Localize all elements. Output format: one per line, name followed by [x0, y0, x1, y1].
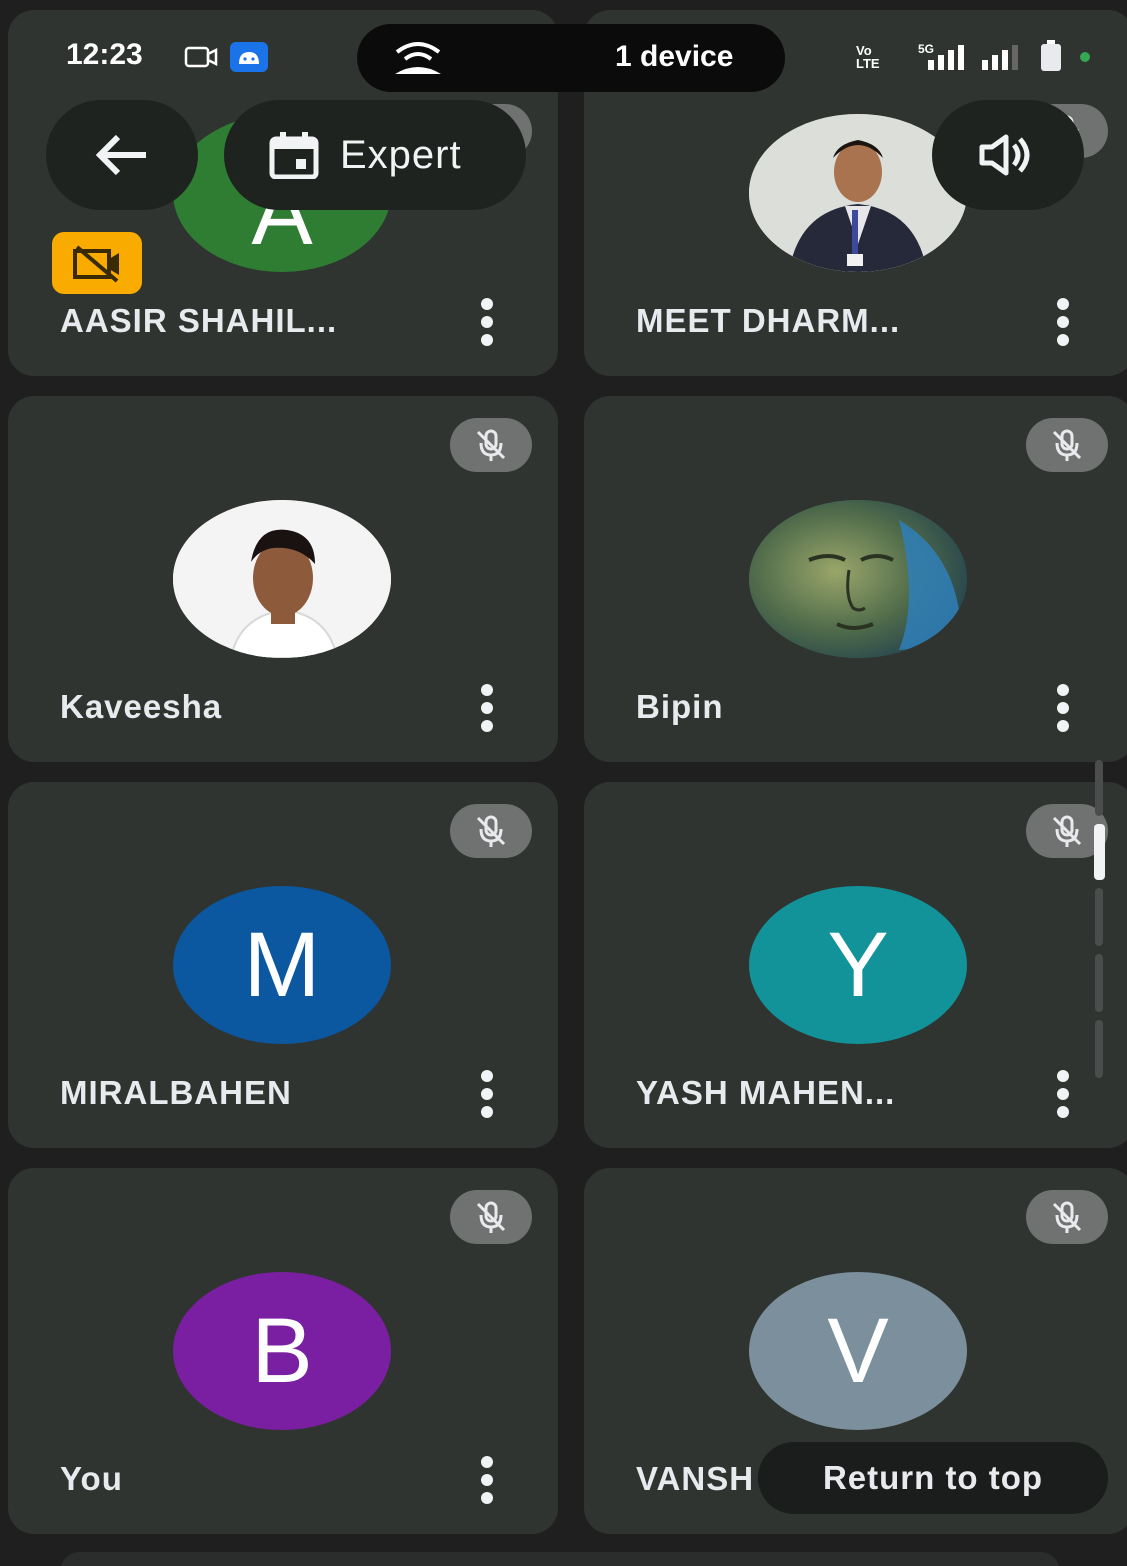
participant-tile[interactable]: Kaveesha	[8, 396, 558, 762]
mic-muted-badge	[450, 1190, 532, 1244]
participant-tile[interactable]: Y YASH MAHEN...	[584, 782, 1127, 1148]
android-notification-icon	[230, 42, 268, 72]
participant-avatar: M	[173, 886, 391, 1044]
participant-tile[interactable]: Bipin	[584, 396, 1127, 762]
participant-name: MEET DHARM...	[636, 302, 901, 339]
participant-name: MIRALBAHEN	[60, 1074, 292, 1111]
expert-mode-label: Expert	[340, 132, 462, 177]
mic-off-icon	[1052, 429, 1082, 461]
profile-photo	[749, 500, 967, 658]
mic-muted-badge	[1026, 1190, 1108, 1244]
speaker-icon	[979, 134, 1030, 176]
participant-avatar	[173, 500, 391, 658]
participant-avatar: Y	[749, 886, 967, 1044]
expert-mode-button[interactable]: Expert	[224, 100, 526, 210]
status-time: 12:23	[66, 38, 143, 71]
more-options-icon[interactable]	[1056, 684, 1070, 732]
avatar-initial: B	[251, 1299, 313, 1402]
more-options-icon[interactable]	[1056, 298, 1070, 346]
camera-in-use-icon	[184, 46, 218, 68]
battery-icon	[1041, 40, 1061, 71]
audio-output-button[interactable]	[932, 100, 1084, 210]
arrow-back-icon	[95, 134, 146, 176]
more-options-icon[interactable]	[480, 1070, 494, 1118]
mic-muted-badge	[1026, 418, 1108, 472]
participant-name: YASH MAHEN...	[636, 1074, 896, 1111]
participant-name: Kaveesha	[60, 688, 223, 725]
participant-name: Bipin	[636, 688, 724, 725]
participant-tile[interactable]: B You	[8, 1168, 558, 1534]
mic-off-icon	[476, 429, 506, 461]
device-count: 1 device	[615, 40, 734, 73]
meet-participant-grid-screen: A AASIR SHAHIL... MEET DHARM... Kaveesha…	[0, 0, 1127, 1566]
carrier-label: Vo LTE	[856, 43, 880, 71]
next-row-tile	[60, 1552, 1060, 1566]
mic-off-icon	[1052, 1201, 1082, 1233]
wifi-device-icon	[395, 42, 441, 74]
more-options-icon[interactable]	[1056, 1070, 1070, 1118]
privacy-indicator-dot	[1080, 52, 1090, 62]
more-options-icon[interactable]	[480, 1456, 494, 1504]
more-options-icon[interactable]	[480, 684, 494, 732]
calendar-icon	[269, 132, 319, 179]
mic-muted-badge	[450, 804, 532, 858]
signal-icon	[928, 45, 1018, 70]
return-to-top-button[interactable]: Return to top	[758, 1442, 1108, 1514]
mic-off-icon	[476, 815, 506, 847]
mic-muted-badge	[450, 418, 532, 472]
participant-tile[interactable]: M MIRALBAHEN	[8, 782, 558, 1148]
participant-name: AASIR SHAHIL...	[60, 302, 338, 339]
participant-avatar: V	[749, 1272, 967, 1430]
back-button[interactable]	[46, 100, 198, 210]
profile-photo	[173, 500, 391, 658]
participant-name: You	[60, 1460, 123, 1497]
camera-off-badge	[52, 232, 142, 294]
avatar-initial: M	[243, 913, 321, 1016]
mic-off-icon	[476, 1201, 506, 1233]
scrollbar[interactable]	[1093, 760, 1107, 1080]
avatar-initial: V	[827, 1299, 889, 1402]
avatar-initial: Y	[827, 913, 889, 1016]
participant-avatar	[749, 500, 967, 658]
participant-avatar: B	[173, 1272, 391, 1430]
video-off-icon	[73, 245, 119, 283]
connected-devices-pill[interactable]: 1 device	[357, 24, 785, 92]
more-options-icon[interactable]	[480, 298, 494, 346]
participant-name: VANSH	[636, 1460, 755, 1497]
mic-off-icon	[1052, 815, 1082, 847]
